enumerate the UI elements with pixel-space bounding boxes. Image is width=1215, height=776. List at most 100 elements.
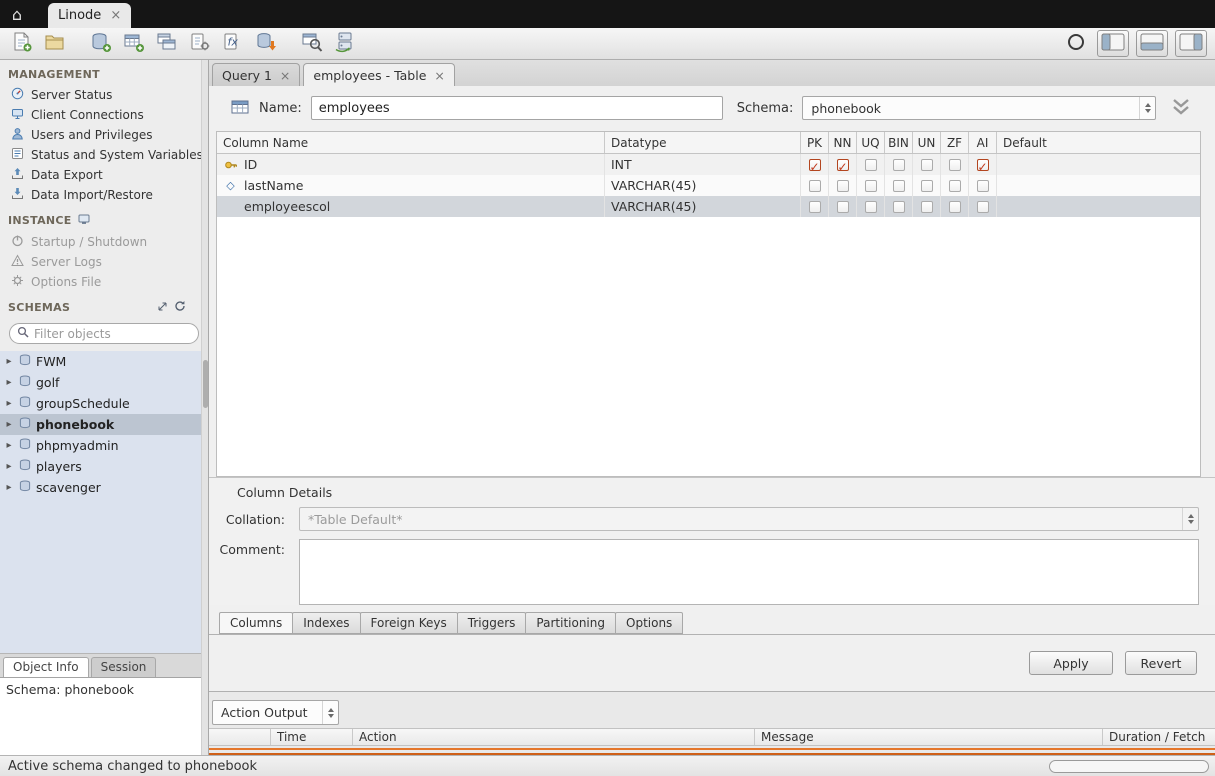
new-procedure-button[interactable] xyxy=(186,31,214,57)
collation-label: Collation: xyxy=(209,512,285,527)
new-sql-tab-button[interactable] xyxy=(8,31,36,57)
expand-header-chevron-icon[interactable] xyxy=(1169,97,1193,120)
zf-checkbox[interactable] xyxy=(949,180,961,192)
expander-icon[interactable]: ▸ xyxy=(4,461,14,472)
tab-columns[interactable]: Columns xyxy=(219,612,293,634)
close-icon[interactable]: × xyxy=(110,8,121,23)
tab-options[interactable]: Options xyxy=(615,612,683,634)
ai-checkbox[interactable] xyxy=(977,159,989,171)
schema-row-fwm[interactable]: ▸ FWM xyxy=(0,351,208,372)
toggle-bottom-panel-button[interactable] xyxy=(1136,30,1168,57)
expander-icon[interactable]: ▸ xyxy=(4,440,14,451)
tab-session[interactable]: Session xyxy=(91,657,157,677)
bin-checkbox[interactable] xyxy=(893,201,905,213)
action-output-selector[interactable]: Action Output xyxy=(212,700,339,725)
column-row-id[interactable]: ID INT xyxy=(217,154,1200,175)
un-checkbox[interactable] xyxy=(921,159,933,171)
column-row-employeescol[interactable]: employeescol VARCHAR(45) xyxy=(217,196,1200,217)
schema-row-phonebook[interactable]: ▸ phonebook xyxy=(0,414,208,435)
expand-schemas-icon[interactable] xyxy=(157,301,168,315)
comment-label: Comment: xyxy=(209,539,285,557)
schema-icon xyxy=(19,417,31,432)
close-icon[interactable]: × xyxy=(280,68,290,83)
home-button[interactable]: ⌂ xyxy=(0,0,34,28)
data-import-button[interactable] xyxy=(252,31,280,57)
tab-indexes[interactable]: Indexes xyxy=(292,612,360,634)
un-checkbox[interactable] xyxy=(921,180,933,192)
main-area: Query 1 × employees - Table × Name: Sche… xyxy=(208,60,1215,755)
sidebar-item-startup-shutdown[interactable]: Startup / Shutdown xyxy=(0,232,208,252)
new-table-button[interactable] xyxy=(120,31,148,57)
search-icon xyxy=(17,326,29,341)
zf-checkbox[interactable] xyxy=(949,201,961,213)
tab-object-info[interactable]: Object Info xyxy=(3,657,89,677)
nn-checkbox[interactable] xyxy=(837,201,849,213)
tab-foreign-keys[interactable]: Foreign Keys xyxy=(360,612,458,634)
uq-checkbox[interactable] xyxy=(865,180,877,192)
ai-checkbox[interactable] xyxy=(977,201,989,213)
bin-checkbox[interactable] xyxy=(893,180,905,192)
collation-dropdown[interactable]: *Table Default* xyxy=(299,507,1199,531)
schema-dropdown[interactable]: phonebook xyxy=(802,96,1156,120)
expander-icon[interactable]: ▸ xyxy=(4,482,14,493)
horizontal-scrollbar-thumb[interactable] xyxy=(1049,760,1209,773)
search-table-data-button[interactable] xyxy=(298,31,326,57)
schema-icon xyxy=(19,459,31,474)
schema-row-scavenger[interactable]: ▸ scavenger xyxy=(0,477,208,498)
table-name-input[interactable] xyxy=(311,96,723,120)
uq-checkbox[interactable] xyxy=(865,159,877,171)
bin-checkbox[interactable] xyxy=(893,159,905,171)
zf-checkbox[interactable] xyxy=(949,159,961,171)
comment-textarea[interactable] xyxy=(299,539,1199,605)
sidebar-scrollbar-thumb[interactable] xyxy=(203,360,208,408)
open-sql-script-button[interactable] xyxy=(41,31,69,57)
tab-partitioning[interactable]: Partitioning xyxy=(525,612,616,634)
ai-checkbox[interactable] xyxy=(977,180,989,192)
expander-icon[interactable]: ▸ xyxy=(4,377,14,388)
activity-circle-button[interactable] xyxy=(1062,31,1090,57)
schema-row-phpmyadmin[interactable]: ▸ phpmyadmin xyxy=(0,435,208,456)
schema-list: ▸ FWM ▸ golf ▸ groupSchedule ▸ p xyxy=(0,351,208,653)
sidebar-item-server-logs[interactable]: Server Logs xyxy=(0,252,208,272)
schema-row-golf[interactable]: ▸ golf xyxy=(0,372,208,393)
filter-objects-input[interactable] xyxy=(34,327,191,341)
sidebar-item-system-variables[interactable]: Status and System Variables xyxy=(0,145,208,165)
expander-icon[interactable]: ▸ xyxy=(4,419,14,430)
reconnect-server-button[interactable] xyxy=(331,31,359,57)
sidebar-item-options-file[interactable]: Options File xyxy=(0,272,208,292)
pk-checkbox[interactable] xyxy=(809,159,821,171)
nn-checkbox[interactable] xyxy=(837,180,849,192)
uq-checkbox[interactable] xyxy=(865,201,877,213)
sidebar-item-client-connections[interactable]: Client Connections xyxy=(0,105,208,125)
pk-checkbox[interactable] xyxy=(809,180,821,192)
tab-query-1[interactable]: Query 1 × xyxy=(212,63,300,86)
refresh-schemas-icon[interactable] xyxy=(174,300,186,315)
revert-button[interactable]: Revert xyxy=(1125,651,1197,675)
expander-icon[interactable]: ▸ xyxy=(4,356,14,367)
new-schema-button[interactable] xyxy=(87,31,115,57)
tab-triggers[interactable]: Triggers xyxy=(457,612,527,634)
new-sql-tab-icon xyxy=(11,31,33,56)
schema-icon xyxy=(19,438,31,453)
pk-checkbox[interactable] xyxy=(809,201,821,213)
sidebar-scrollbar[interactable] xyxy=(201,60,208,755)
grid-empty-area[interactable] xyxy=(217,217,1200,476)
un-checkbox[interactable] xyxy=(921,201,933,213)
toggle-right-panel-button[interactable] xyxy=(1175,30,1207,57)
tab-employees-table[interactable]: employees - Table × xyxy=(303,63,454,86)
new-function-button[interactable]: fx xyxy=(219,31,247,57)
schema-row-players[interactable]: ▸ players xyxy=(0,456,208,477)
close-icon[interactable]: × xyxy=(434,68,444,83)
sidebar-item-data-import[interactable]: Data Import/Restore xyxy=(0,185,208,205)
sidebar-item-users-privileges[interactable]: Users and Privileges xyxy=(0,125,208,145)
sidebar-item-data-export[interactable]: Data Export xyxy=(0,165,208,185)
apply-button[interactable]: Apply xyxy=(1029,651,1113,675)
expander-icon[interactable]: ▸ xyxy=(4,398,14,409)
new-view-button[interactable] xyxy=(153,31,181,57)
sidebar-item-server-status[interactable]: Server Status xyxy=(0,85,208,105)
schema-row-groupschedule[interactable]: ▸ groupSchedule xyxy=(0,393,208,414)
nn-checkbox[interactable] xyxy=(837,159,849,171)
toggle-left-panel-button[interactable] xyxy=(1097,30,1129,57)
column-row-lastname[interactable]: ◇ lastName VARCHAR(45) xyxy=(217,175,1200,196)
connection-tab-linode[interactable]: Linode × xyxy=(48,3,131,28)
